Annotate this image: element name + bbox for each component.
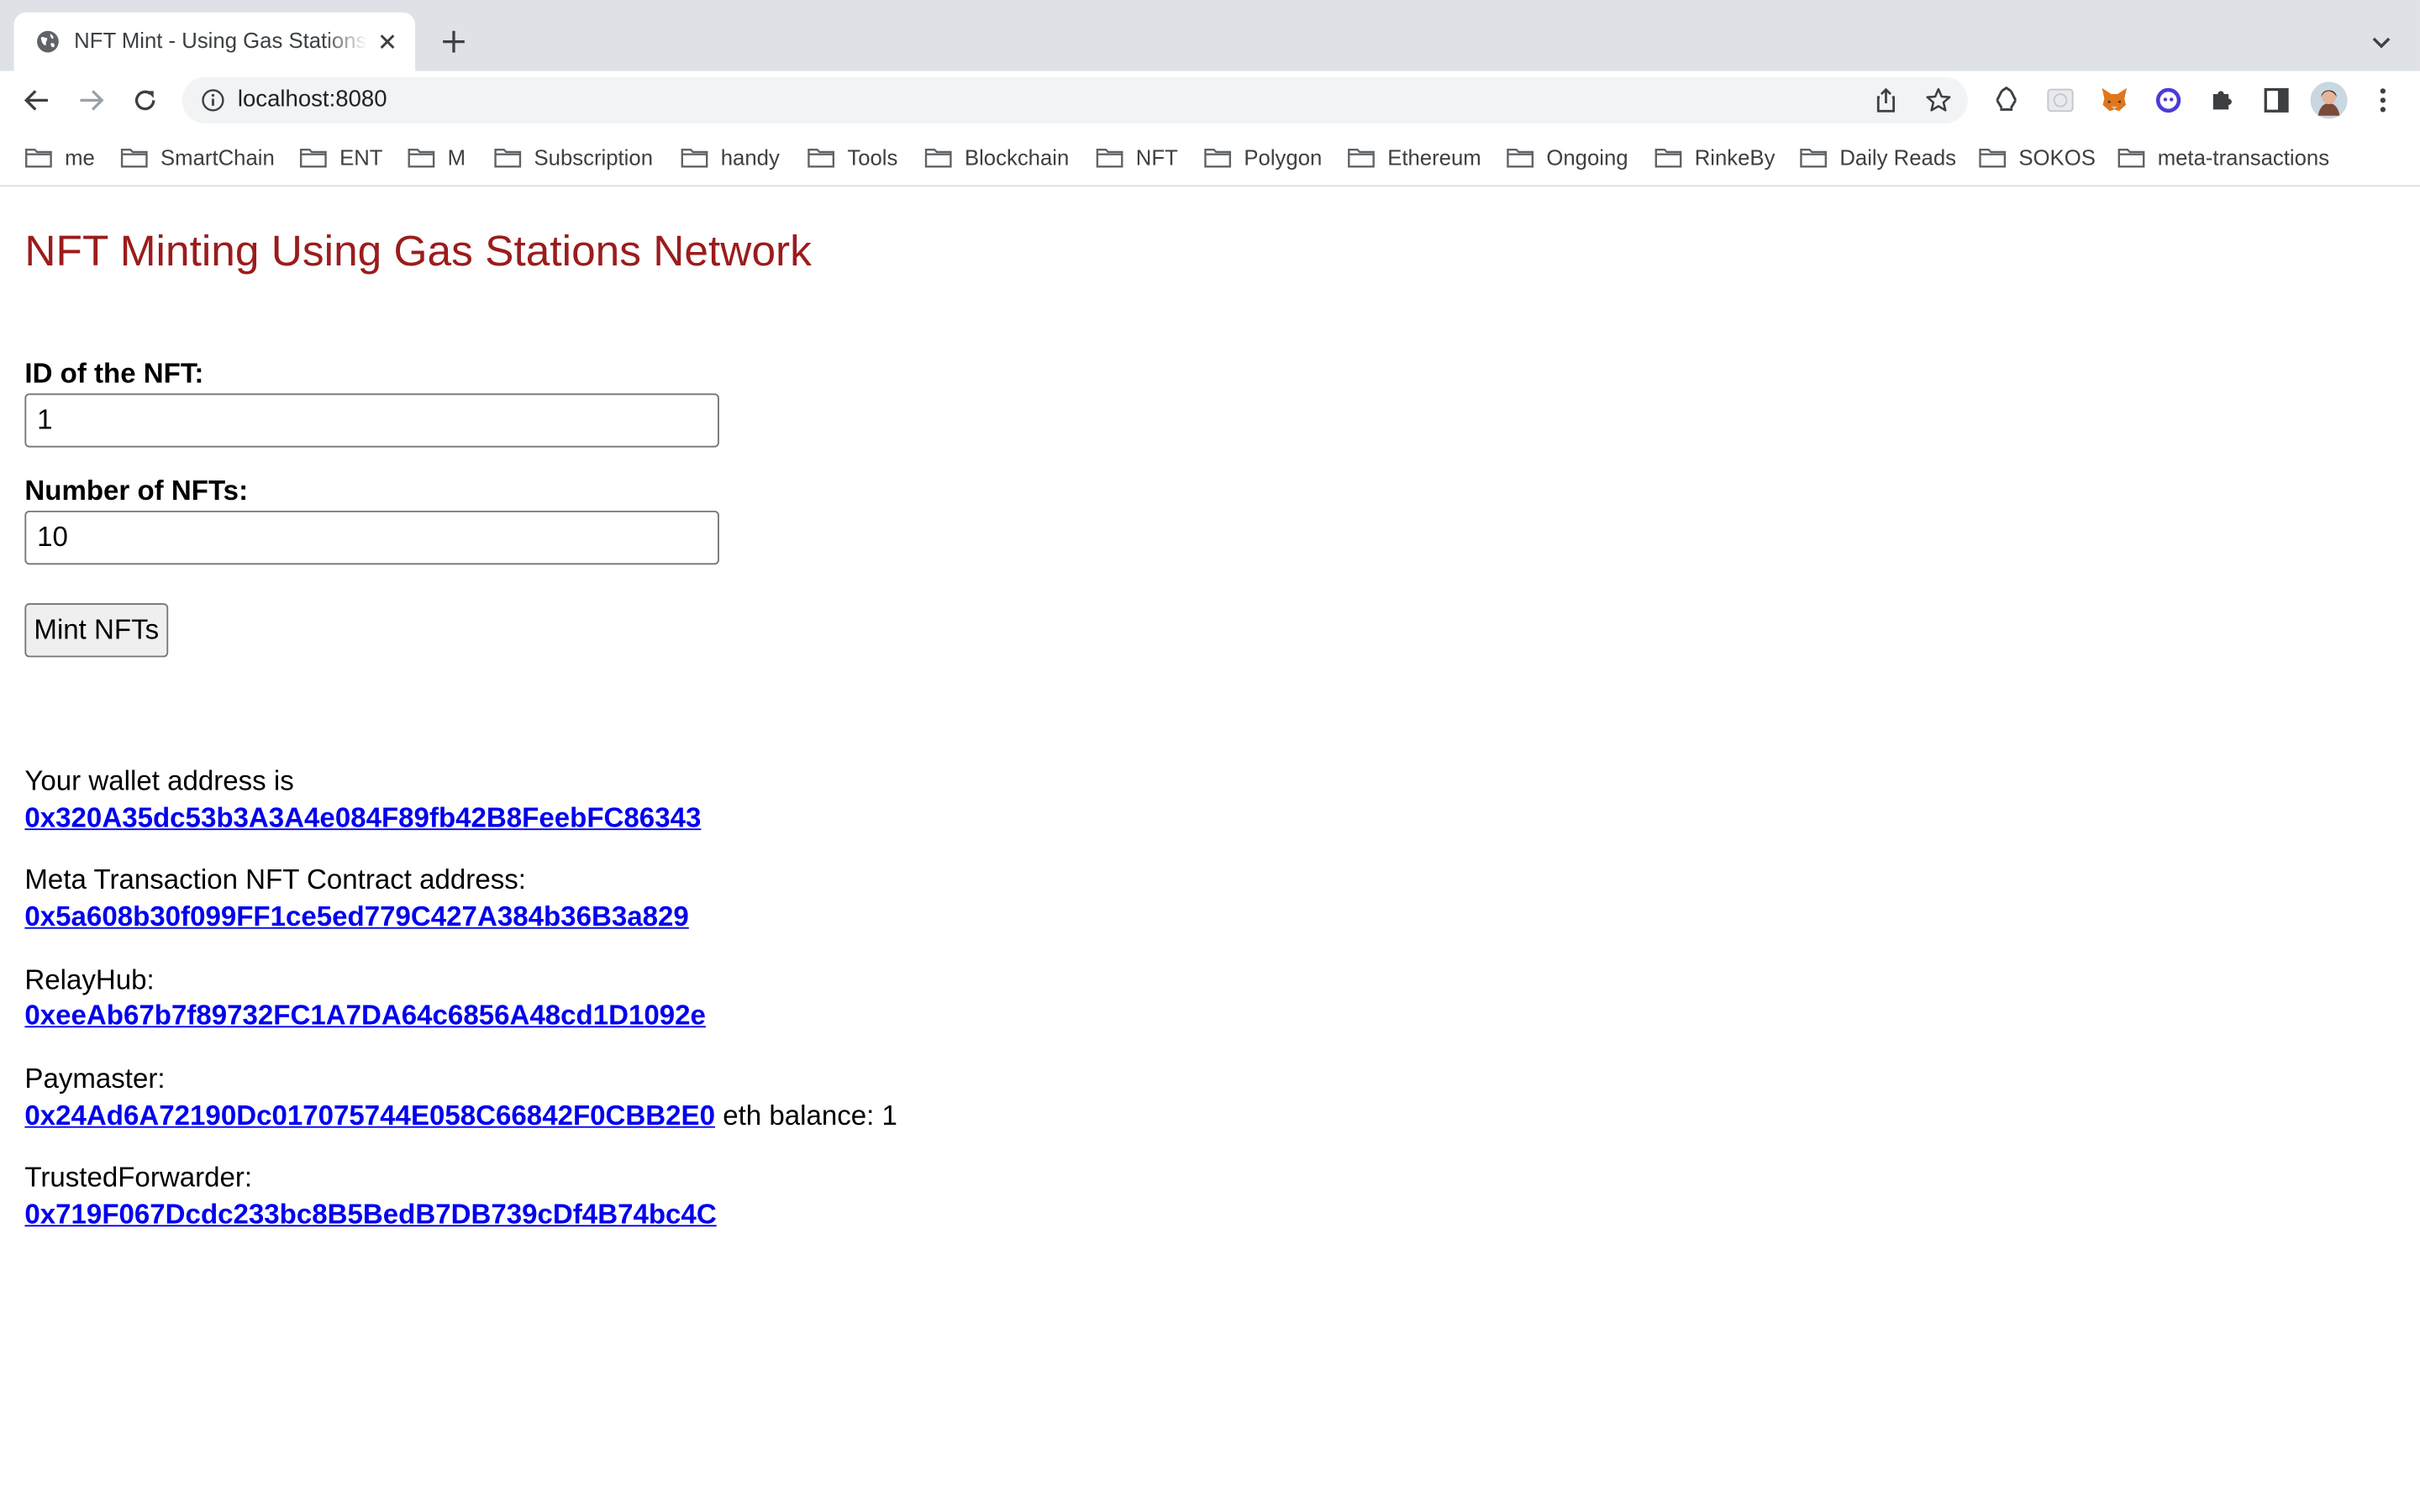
bookmark-folder-me[interactable]: me — [24, 144, 95, 171]
bookmarks-bar: me SmartChain ENT M Subscription handy T… — [0, 129, 2420, 187]
forwarder-label: TrustedForwarder: — [24, 1162, 253, 1193]
bookmark-folder-meta-transactions[interactable]: meta-transactions — [2118, 144, 2329, 171]
bookmark-folder-ent[interactable]: ENT — [299, 144, 383, 171]
relayhub-label: RelayHub: — [24, 963, 155, 995]
grid-icon[interactable] — [2045, 85, 2076, 116]
nft-count-input[interactable] — [24, 510, 719, 565]
bookmark-folder-blockchain[interactable]: Blockchain — [924, 144, 1069, 171]
bookmark-label: me — [65, 144, 95, 171]
tab-title: NFT Mint - Using Gas Stations Network — [74, 28, 367, 53]
folder-icon — [1800, 148, 1828, 168]
folder-icon — [299, 148, 327, 168]
folder-icon — [1507, 148, 1534, 168]
ghost-icon[interactable] — [2153, 85, 2184, 116]
folder-icon — [1655, 148, 1682, 168]
wallet-address-link[interactable]: 0x320A35dc53b3A3A4e084F89fb42B8FeebFC863… — [24, 802, 701, 833]
info-icon[interactable] — [201, 88, 225, 113]
folder-icon — [1096, 148, 1123, 168]
bookmark-label: RinkeBy — [1694, 144, 1776, 171]
contract-label: Meta Transaction NFT Contract address: — [24, 864, 526, 895]
bookmark-folder-rinkeby[interactable]: RinkeBy — [1655, 144, 1776, 171]
folder-icon — [1204, 148, 1232, 168]
nft-id-input[interactable] — [24, 393, 719, 448]
close-icon[interactable] — [375, 29, 399, 54]
folder-icon — [120, 148, 148, 168]
tab-strip: NFT Mint - Using Gas Stations Network — [0, 0, 2420, 71]
recycle-icon[interactable] — [1991, 85, 2022, 116]
puzzle-icon[interactable] — [2207, 85, 2238, 116]
bookmark-folder-ethereum[interactable]: Ethereum — [1347, 144, 1481, 171]
bookmark-folder-subscription[interactable]: Subscription — [494, 144, 653, 171]
bookmark-label: handy — [720, 144, 780, 171]
contract-address-link[interactable]: 0x5a608b30f099FF1ce5ed779C427A384b36B3a8… — [24, 901, 688, 932]
bookmark-folder-smartchain[interactable]: SmartChain — [120, 144, 275, 171]
bookmark-label: Polygon — [1244, 144, 1323, 171]
browser-tab-active[interactable]: NFT Mint - Using Gas Stations Network — [13, 12, 416, 71]
bookmark-folder-tools[interactable]: Tools — [808, 144, 898, 171]
address-bar[interactable]: localhost:8080 — [182, 76, 1968, 123]
star-icon[interactable] — [1924, 87, 1952, 114]
chevron-down-icon[interactable] — [2367, 28, 2395, 55]
bookmark-folder-nft[interactable]: NFT — [1096, 144, 1178, 171]
nft-count-label: Number of NFTs: — [24, 475, 249, 507]
bookmark-folder-sokos[interactable]: SOKOS — [1979, 144, 2096, 171]
side-panel-icon[interactable] — [2261, 85, 2292, 116]
more-vert-icon[interactable] — [2367, 85, 2398, 116]
browser-toolbar: localhost:8080 — [0, 71, 2420, 130]
bookmark-folder-polygon[interactable]: Polygon — [1204, 144, 1323, 171]
page-title: NFT Minting Using Gas Stations Network — [24, 226, 812, 275]
folder-icon — [681, 148, 708, 168]
bookmark-label: ENT — [339, 144, 383, 171]
back-arrow-icon[interactable] — [22, 85, 53, 116]
bookmark-label: Tools — [847, 144, 898, 171]
bookmark-label: Daily Reads — [1839, 144, 1956, 171]
bookmark-folder-m[interactable]: M — [408, 144, 466, 171]
paymaster-label: Paymaster: — [24, 1063, 166, 1095]
bookmark-folder-handy[interactable]: handy — [681, 144, 780, 171]
globe-icon — [37, 30, 59, 53]
bookmark-label: NFT — [1135, 144, 1178, 171]
bookmark-label: meta-transactions — [2157, 144, 2330, 171]
bookmark-label: SmartChain — [160, 144, 275, 171]
wallet-label: Your wallet address is — [24, 765, 294, 796]
bookmark-label: Ethereum — [1387, 144, 1481, 171]
bookmark-label: Blockchain — [964, 144, 1070, 171]
forward-arrow-icon[interactable] — [76, 85, 107, 116]
nft-id-label: ID of the NFT: — [24, 358, 204, 389]
relayhub-address-link[interactable]: 0xeeAb67b7f89732FC1A7DA64c6856A48cd1D109… — [24, 1000, 706, 1031]
mint-nfts-button[interactable]: Mint NFTs — [24, 603, 169, 658]
folder-icon — [2118, 148, 2145, 168]
folder-icon — [494, 148, 522, 168]
share-icon[interactable] — [1872, 87, 1900, 114]
forwarder-address-link[interactable]: 0x719F067Dcdc233bc8B5BedB7DB739cDf4B74bc… — [24, 1199, 716, 1230]
profile-avatar[interactable] — [2310, 81, 2348, 119]
bookmark-label: Ongoing — [1546, 144, 1628, 171]
reload-icon[interactable] — [129, 85, 160, 116]
paymaster-balance: eth balance: 1 — [723, 1100, 897, 1131]
url-text: localhost:8080 — [237, 86, 387, 113]
folder-icon — [25, 148, 52, 168]
bookmark-folder-daily-reads[interactable]: Daily Reads — [1800, 144, 1956, 171]
bookmark-label: Subscription — [534, 144, 654, 171]
paymaster-address-link[interactable]: 0x24Ad6A72190Dc017075744E058C66842F0CBB2… — [24, 1100, 715, 1131]
new-tab-icon[interactable] — [437, 24, 471, 58]
page-content: NFT Minting Using Gas Stations Network I… — [0, 186, 2420, 1512]
folder-icon — [408, 148, 435, 168]
folder-icon — [1348, 148, 1375, 168]
bookmark-folder-ongoing[interactable]: Ongoing — [1507, 144, 1628, 171]
metamask-fox-icon[interactable] — [2099, 85, 2130, 116]
folder-icon — [808, 148, 835, 168]
folder-icon — [924, 148, 952, 168]
folder-icon — [1979, 148, 2007, 168]
bookmark-label: M — [447, 144, 466, 171]
bookmark-label: SOKOS — [2018, 144, 2096, 171]
